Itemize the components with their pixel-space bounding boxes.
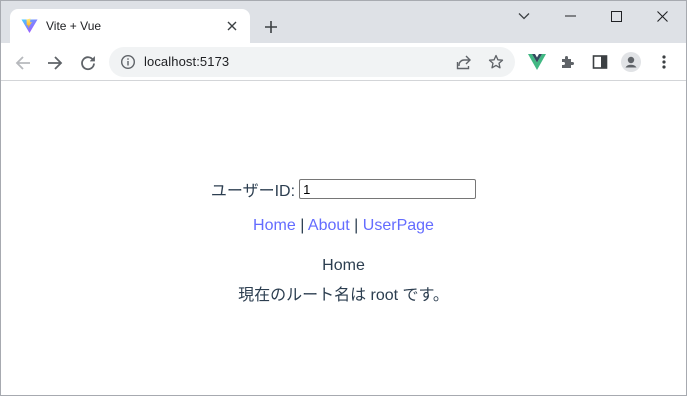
user-id-row: ユーザーID: xyxy=(1,177,686,201)
tab-search-chevron-down-icon[interactable] xyxy=(501,1,547,31)
forward-arrow-icon[interactable] xyxy=(42,50,68,76)
extensions-puzzle-icon[interactable] xyxy=(558,52,578,72)
omnibox[interactable]: localhost:5173 xyxy=(109,47,515,77)
nav-link-home[interactable]: Home xyxy=(253,217,296,234)
minimize-icon[interactable] xyxy=(547,1,593,31)
browser-toolbar: localhost:5173 xyxy=(1,43,686,81)
tab-strip: Vite + Vue xyxy=(1,1,686,43)
site-info-icon[interactable] xyxy=(120,54,136,70)
kebab-menu-icon[interactable] xyxy=(654,52,674,72)
maximize-icon[interactable] xyxy=(593,1,639,31)
nav-separator: | xyxy=(354,217,363,234)
nav-link-about[interactable]: About xyxy=(308,217,350,234)
tab-vite-vue[interactable]: Vite + Vue xyxy=(10,9,250,43)
window-close-icon[interactable] xyxy=(639,1,685,31)
vue-devtools-icon[interactable] xyxy=(527,52,547,72)
bookmark-star-icon[interactable] xyxy=(487,53,505,71)
route-name-message: 現在のルート名は root です。 xyxy=(238,287,449,304)
view-title: Home xyxy=(322,257,365,274)
vite-logo-icon xyxy=(21,18,38,34)
user-id-input[interactable] xyxy=(299,179,477,199)
back-arrow-icon[interactable] xyxy=(10,50,36,76)
browser-window: Vite + Vue localhost:5173 ユーザーID: 1 Home… xyxy=(0,0,687,396)
nav-link-userpage[interactable]: UserPage xyxy=(363,217,434,234)
reload-icon[interactable] xyxy=(75,50,101,76)
side-panel-icon[interactable] xyxy=(590,52,610,72)
page-content: ユーザーID: Home | About | UserPage Home 現在の… xyxy=(1,82,686,395)
url-text: localhost:5173 xyxy=(144,54,230,69)
router-nav: Home | About | UserPage xyxy=(1,217,686,235)
nav-separator: | xyxy=(300,217,308,234)
tab-title: Vite + Vue xyxy=(46,19,102,33)
new-tab-plus-icon[interactable] xyxy=(261,17,281,37)
share-icon[interactable] xyxy=(455,53,473,71)
user-id-label: ユーザーID: xyxy=(210,183,296,200)
tab-close-icon[interactable] xyxy=(224,18,240,34)
profile-avatar-icon[interactable] xyxy=(621,52,641,72)
